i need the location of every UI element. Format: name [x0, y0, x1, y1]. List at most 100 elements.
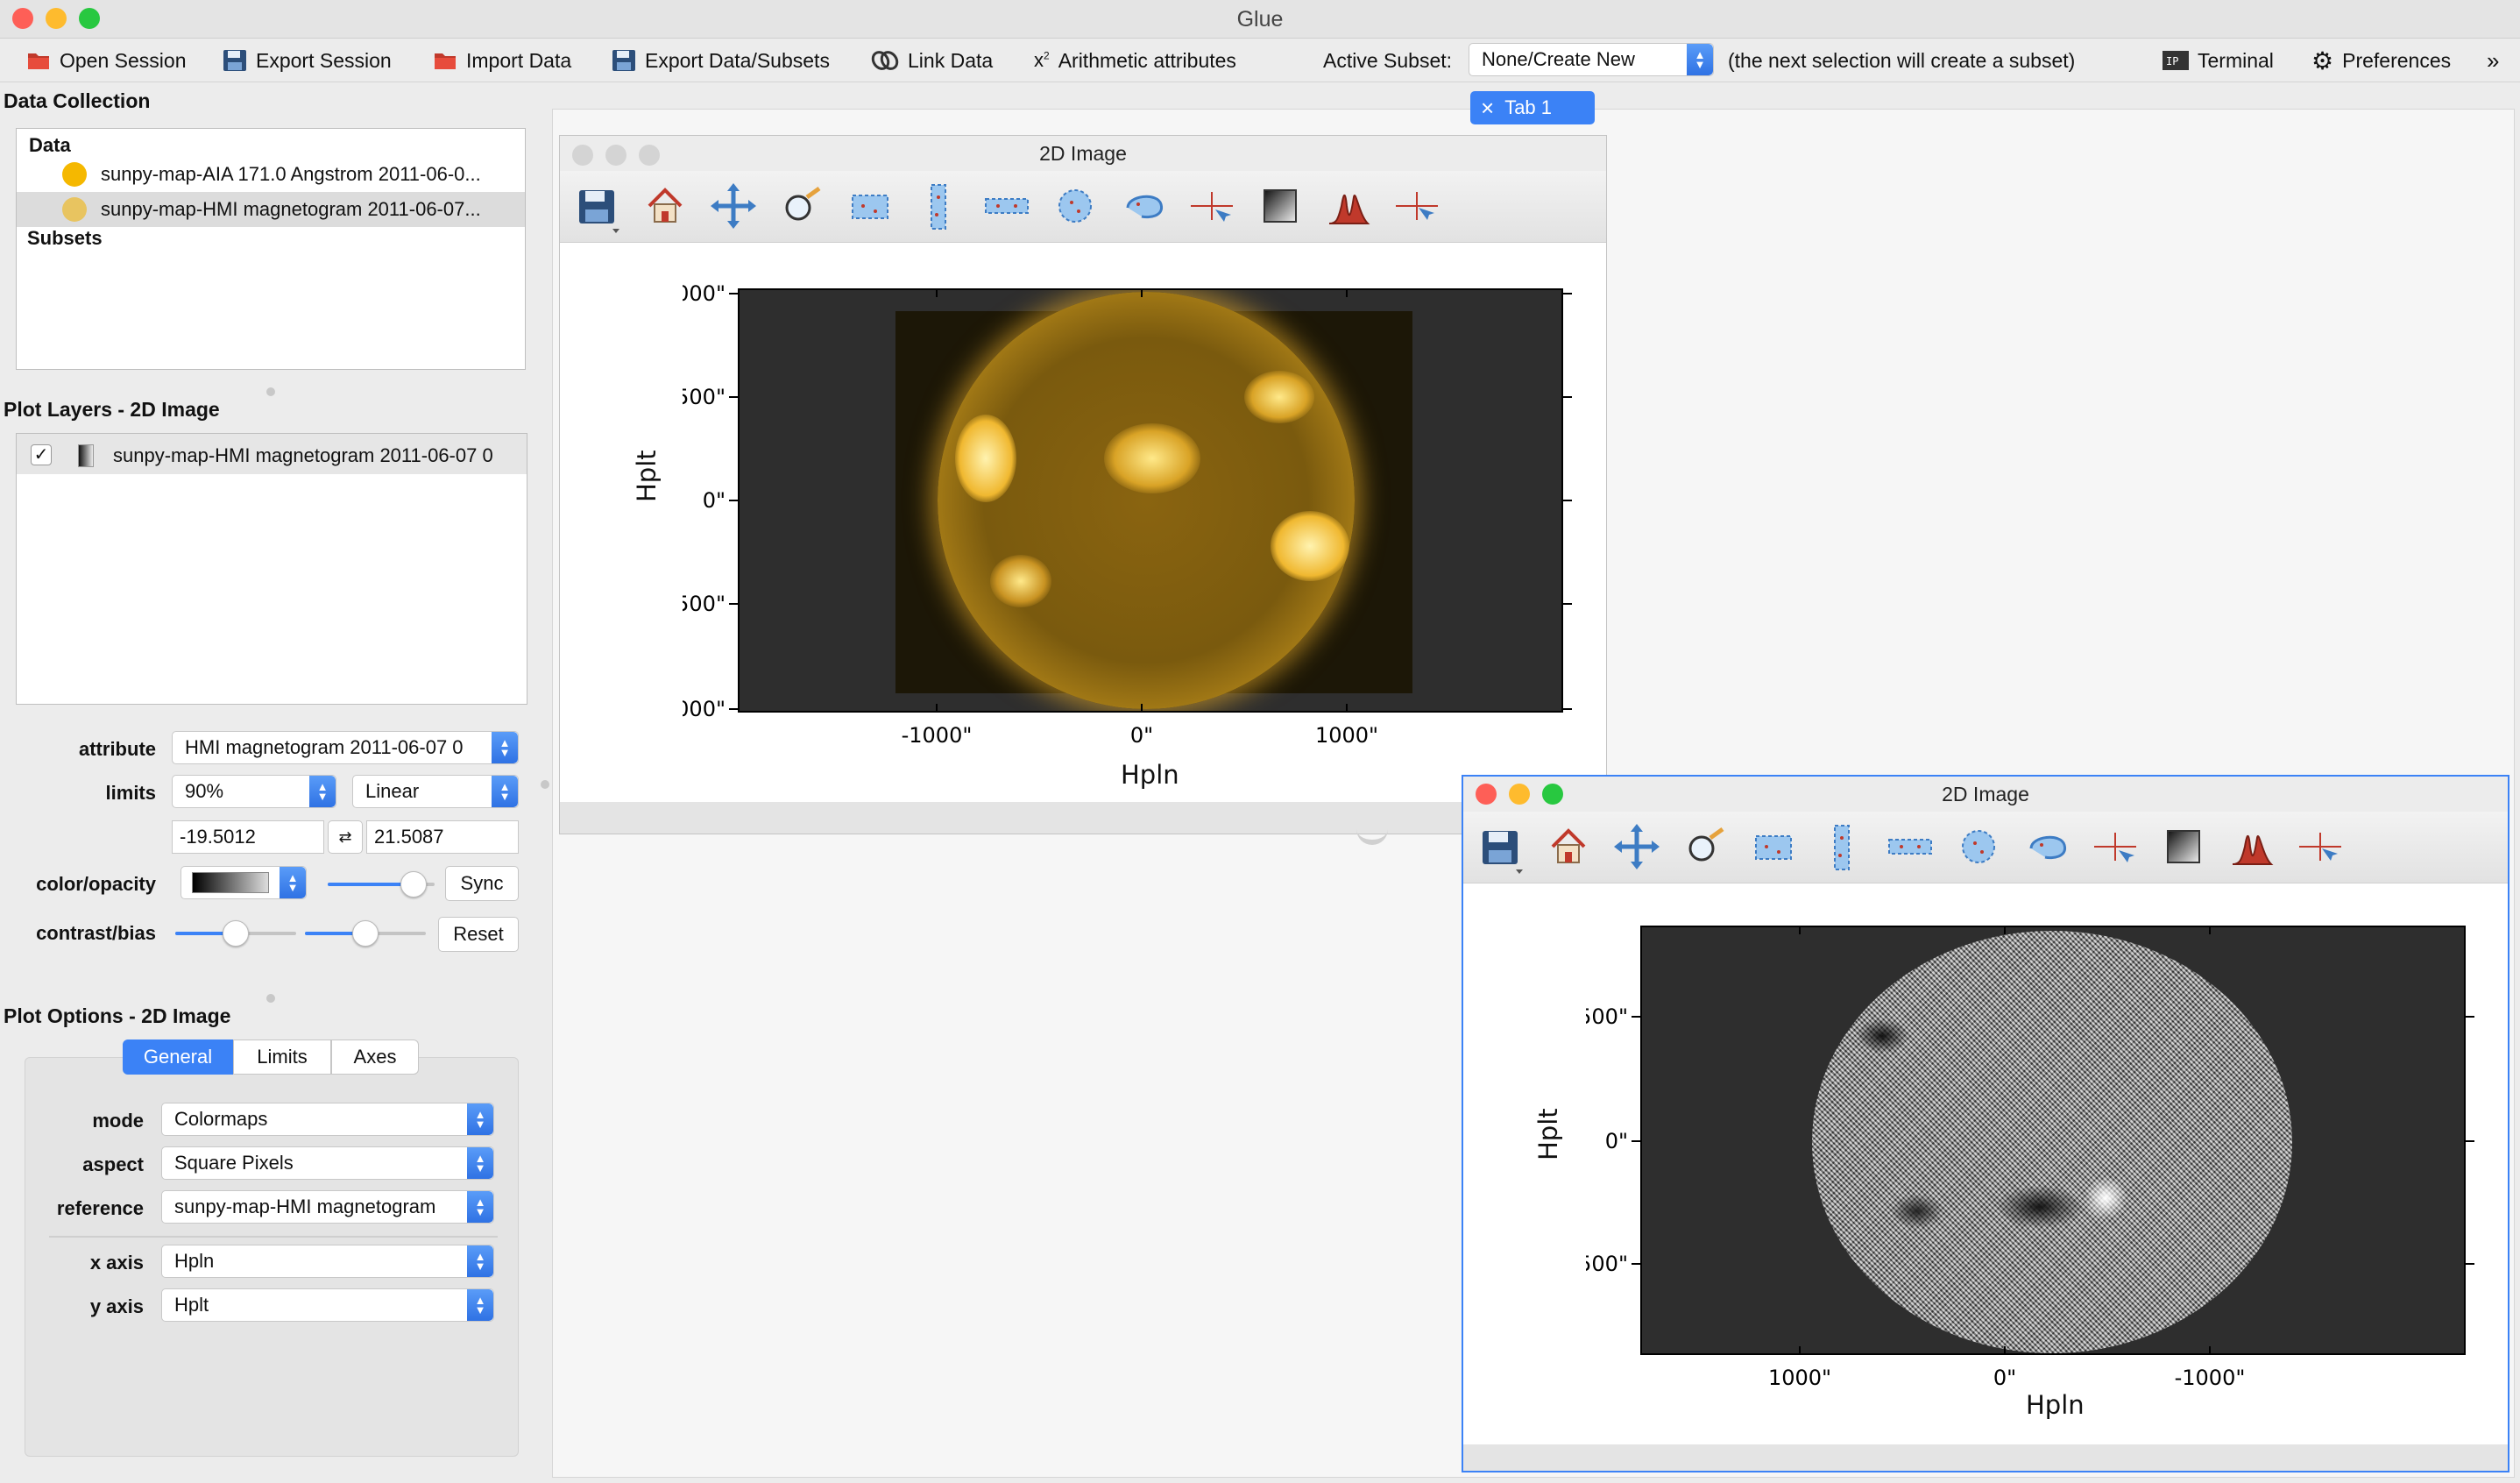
- y-tick-label: 500": [683, 385, 726, 409]
- tab-general[interactable]: General: [123, 1040, 233, 1075]
- save-icon[interactable]: [1476, 812, 1525, 883]
- minimize-viewer-button[interactable]: [1509, 784, 1530, 805]
- data-item-aia[interactable]: sunpy-map-AIA 171.0 Angstrom 2011-06-0..…: [17, 157, 525, 192]
- data-collection-panel: Data sunpy-map-AIA 171.0 Angstrom 2011-0…: [16, 128, 526, 370]
- pan-icon[interactable]: [1612, 812, 1661, 883]
- point-select-icon[interactable]: [2296, 812, 2345, 883]
- chevron-updown-icon: ▲ ▼: [467, 1289, 493, 1321]
- maximize-viewer-button[interactable]: [1542, 784, 1563, 805]
- y-tick-label: 500": [1586, 1252, 1628, 1276]
- swap-limits-button[interactable]: ⇄: [328, 820, 363, 854]
- crosshair-icon[interactable]: [2091, 812, 2140, 883]
- open-session-button[interactable]: Open Session: [26, 46, 186, 75]
- link-data-button[interactable]: Link Data: [871, 46, 993, 75]
- maximize-viewer-button[interactable]: [639, 145, 660, 166]
- viewer-window-1: 2D Image -1000"0"1000"1000"500"0"-500"-1…: [559, 135, 1607, 834]
- splitter-handle[interactable]: [541, 780, 549, 789]
- plot-layers-title: Plot Layers - 2D Image: [4, 398, 220, 421]
- active-subset-select[interactable]: None/Create New ▲ ▼: [1469, 43, 1714, 76]
- dataset-color-dot: [62, 197, 87, 222]
- layer-row[interactable]: ✓ sunpy-map-HMI magnetogram 2011-06-07 0: [17, 434, 527, 474]
- circle-select-icon[interactable]: [1954, 812, 2003, 883]
- sync-button[interactable]: Sync: [445, 866, 519, 901]
- arithmetic-attributes-button[interactable]: x2 Arithmetic attributes: [1034, 46, 1236, 75]
- limits-percentile-select[interactable]: 90% ▲ ▼: [172, 775, 336, 808]
- preferences-button[interactable]: ⚙ Preferences: [2311, 46, 2451, 75]
- contrast-icon[interactable]: [1256, 171, 1305, 243]
- maximize-window-button[interactable]: [79, 8, 100, 29]
- data-item-hmi[interactable]: sunpy-map-HMI magnetogram 2011-06-07...: [17, 192, 525, 227]
- chevron-updown-icon: ▲ ▼: [467, 1245, 493, 1277]
- point-select-icon[interactable]: [1392, 171, 1441, 243]
- rectangle-select-icon[interactable]: [1749, 812, 1798, 883]
- zoom-region-icon[interactable]: [777, 171, 826, 243]
- lasso-select-icon[interactable]: [2022, 812, 2071, 883]
- y-axis-select[interactable]: Hplt ▲ ▼: [161, 1288, 494, 1322]
- crosshair-icon[interactable]: [1187, 171, 1236, 243]
- x-tick-label: -1000": [2175, 1366, 2246, 1390]
- reference-select[interactable]: sunpy-map-HMI magnetogram ▲ ▼: [161, 1190, 494, 1224]
- tab-axes[interactable]: Axes: [331, 1040, 419, 1075]
- workspace-tab[interactable]: × Tab 1: [1470, 91, 1595, 124]
- dataset-color-dot: [62, 162, 87, 187]
- bias-slider-handle[interactable]: [352, 920, 379, 947]
- x-range-select-icon[interactable]: [914, 171, 963, 243]
- home-icon[interactable]: [641, 171, 690, 243]
- window-titlebar: Glue: [0, 0, 2520, 39]
- x-tick-label: -1000": [902, 723, 973, 748]
- chevron-updown-icon: ▲ ▼: [492, 776, 518, 807]
- histogram-icon[interactable]: [1324, 171, 1373, 243]
- opacity-slider-handle[interactable]: [400, 871, 427, 898]
- axes-overlay-2: 1000" 0" -1000" -500" 0" 500": [1586, 926, 2474, 1390]
- home-icon[interactable]: [1544, 812, 1593, 883]
- y-tick-label: 1000": [683, 281, 726, 306]
- x-axis-value: Hpln: [174, 1250, 215, 1272]
- close-window-button[interactable]: [12, 8, 33, 29]
- minimize-viewer-button[interactable]: [605, 145, 626, 166]
- close-tab-icon[interactable]: ×: [1481, 95, 1494, 122]
- attribute-select[interactable]: HMI magnetogram 2011-06-07 0 ▲ ▼: [172, 731, 519, 764]
- splitter-handle[interactable]: [266, 994, 275, 1003]
- viewer-titlebar: 2D Image: [1463, 777, 2508, 812]
- stretch-select[interactable]: Linear ▲ ▼: [352, 775, 519, 808]
- x-range-select-icon[interactable]: [1817, 812, 1866, 883]
- close-viewer-button[interactable]: [572, 145, 593, 166]
- y-range-select-icon[interactable]: [1886, 812, 1935, 883]
- colormap-swatch-icon: [78, 444, 94, 467]
- contrast-slider-handle[interactable]: [223, 920, 249, 947]
- circle-select-icon[interactable]: [1051, 171, 1100, 243]
- aspect-select[interactable]: Square Pixels ▲ ▼: [161, 1146, 494, 1180]
- colormap-preview: [192, 872, 269, 893]
- limit-min-input[interactable]: -19.5012: [172, 820, 324, 854]
- mode-select[interactable]: Colormaps ▲ ▼: [161, 1103, 494, 1136]
- folder-icon: [435, 53, 456, 69]
- splitter-handle[interactable]: [266, 387, 275, 396]
- y-range-select-icon[interactable]: [982, 171, 1031, 243]
- toolbar-overflow-button[interactable]: »: [2487, 46, 2499, 75]
- import-data-button[interactable]: Import Data: [433, 46, 571, 75]
- minimize-window-button[interactable]: [46, 8, 67, 29]
- chevron-updown-icon: ▲ ▼: [280, 867, 306, 898]
- rectangle-select-icon[interactable]: [846, 171, 895, 243]
- pan-icon[interactable]: [709, 171, 758, 243]
- histogram-icon[interactable]: [2227, 812, 2276, 883]
- y-tick-label: 0": [703, 488, 726, 513]
- zoom-region-icon[interactable]: [1681, 812, 1730, 883]
- gear-icon: ⚙: [2311, 46, 2334, 75]
- terminal-button[interactable]: IP Terminal: [2163, 46, 2274, 75]
- reference-label: reference: [56, 1197, 144, 1219]
- chevron-updown-icon: ▲ ▼: [467, 1103, 493, 1135]
- chevron-updown-icon: ▲ ▼: [467, 1191, 493, 1223]
- export-session-button[interactable]: Export Session: [223, 46, 392, 75]
- layer-visibility-checkbox[interactable]: ✓: [31, 444, 52, 465]
- contrast-icon[interactable]: [2159, 812, 2208, 883]
- reset-button[interactable]: Reset: [438, 917, 519, 952]
- tab-limits[interactable]: Limits: [233, 1040, 331, 1075]
- colormap-select[interactable]: ▲ ▼: [181, 866, 307, 899]
- close-viewer-button[interactable]: [1476, 784, 1497, 805]
- lasso-select-icon[interactable]: [1119, 171, 1168, 243]
- x-axis-select[interactable]: Hpln ▲ ▼: [161, 1245, 494, 1278]
- save-icon[interactable]: [572, 171, 621, 243]
- limit-max-input[interactable]: 21.5087: [366, 820, 519, 854]
- export-data-button[interactable]: Export Data/Subsets: [612, 46, 830, 75]
